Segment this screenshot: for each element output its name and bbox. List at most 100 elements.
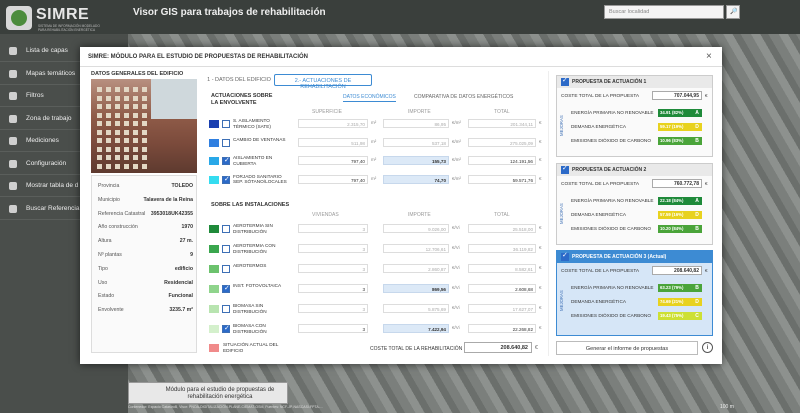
action-label: BIOMASA SIN DISTRIBUCIÓN xyxy=(233,303,267,314)
photo-window xyxy=(142,87,147,92)
proposal-card[interactable]: PROPUESTA DE ACTUACIÓN 3 (Actual) COSTE T… xyxy=(556,250,713,336)
total-field: 8.582,61 xyxy=(468,264,536,273)
total-field: 59.571,76 xyxy=(468,174,536,184)
action-checkbox[interactable] xyxy=(222,284,230,293)
info-icon[interactable]: i xyxy=(702,342,713,353)
proposal-cost-currency: € xyxy=(705,181,708,186)
photo-window xyxy=(97,112,102,118)
photo-window xyxy=(115,104,120,109)
price-unit: €/m² xyxy=(452,175,461,181)
quantity-field[interactable]: 3 xyxy=(298,244,368,253)
current-situation-label: SITUACIÓN ACTUAL DEL EDIFICIO xyxy=(223,342,279,353)
info-value: TOLEDO xyxy=(171,183,193,189)
price-unit: €/Vi xyxy=(452,265,460,270)
app-logo[interactable]: SIMRE SISTEMA DE INFORMACIÓN MODELADO PA… xyxy=(4,4,122,32)
price-field[interactable]: 7.422,94 xyxy=(383,324,449,333)
price-field[interactable]: 12.706,61 xyxy=(383,244,449,253)
action-checkbox[interactable] xyxy=(222,175,230,184)
tab-rehab-actions[interactable]: 2.- ACTUACIONES DE REHABILITACIÓN xyxy=(274,74,372,90)
app-title: Visor GIS para trabajos de rehabilitació… xyxy=(133,7,326,18)
photo-window xyxy=(142,146,147,152)
info-key: Provincia xyxy=(98,183,120,189)
proposal-cost-value: 707.044,95 xyxy=(652,91,702,100)
quantity-field[interactable]: 2.315,70 xyxy=(298,119,368,128)
price-field[interactable]: 74,70 xyxy=(383,174,449,184)
action-checkbox[interactable] xyxy=(222,120,230,128)
quantity-field[interactable]: 3 xyxy=(298,324,368,333)
generate-report-button[interactable]: Generar el informe de propuestas xyxy=(556,341,698,355)
total-field: 124.191,56 xyxy=(468,156,536,165)
gear-icon xyxy=(9,159,17,168)
quantity-field[interactable]: 3 xyxy=(298,264,368,273)
current-situation-swatch xyxy=(209,344,219,352)
quantity-field[interactable]: 3 xyxy=(298,284,368,293)
photo-window xyxy=(97,95,102,101)
action-checkbox[interactable] xyxy=(222,265,230,273)
price-unit: €/Vi xyxy=(452,305,460,310)
proposal-card[interactable]: PROPUESTA DE ACTUACIÓN 1 COSTE TOTAL DE L… xyxy=(556,75,713,157)
photo-window xyxy=(124,104,129,109)
proposal-checkbox[interactable] xyxy=(561,76,569,86)
action-checkbox[interactable] xyxy=(222,245,230,253)
price-field[interactable]: 537,18 xyxy=(383,137,449,147)
photo-window xyxy=(142,95,147,101)
proposal-cost-currency: € xyxy=(705,268,708,273)
action-label: S. AISLAMIENTO TÉRMICO (SATE) xyxy=(233,118,271,129)
module-button[interactable]: Módulo para el estudio de propuestas de … xyxy=(128,382,288,404)
quantity-field[interactable]: 3 xyxy=(298,304,368,313)
quantity-field[interactable]: 797,40 xyxy=(298,174,368,184)
price-unit: €/m² xyxy=(452,120,461,125)
work-zone-icon xyxy=(9,114,17,123)
total-field: 275.025,09 xyxy=(468,137,536,147)
action-checkbox[interactable] xyxy=(222,138,230,147)
price-field[interactable]: 9.026,00 xyxy=(383,224,449,233)
action-checkbox[interactable] xyxy=(222,225,230,233)
action-color-swatch xyxy=(209,225,219,233)
action-checkbox[interactable] xyxy=(222,156,230,165)
price-field[interactable]: 155,73 xyxy=(383,156,449,165)
action-label: FORJADO SANITARIO SEP. SÓTANO/LOCALES xyxy=(233,173,287,185)
proposal-card[interactable]: PROPUESTA DE ACTUACIÓN 2 COSTE TOTAL DE L… xyxy=(556,163,713,245)
quantity-field[interactable]: 511,98 xyxy=(298,137,368,147)
action-checkbox[interactable] xyxy=(222,305,230,313)
close-icon[interactable]: × xyxy=(706,51,712,62)
tab-building-data[interactable]: 1 - DATOS DEL EDIFICIO xyxy=(207,74,271,86)
indicator-label: EMISIONES DIÓXIDO DE CARBONO xyxy=(571,138,651,143)
subtab-economic-data[interactable]: DATOS ECONÓMICOS xyxy=(343,94,396,102)
action-row: AEROTERMOS 3 2.860,87 €/Vi 8.582,61 € xyxy=(208,260,544,278)
price-field[interactable]: 86,95 xyxy=(383,119,449,128)
proposal-checkbox[interactable] xyxy=(561,164,569,174)
photo-window xyxy=(133,129,138,135)
photo-window xyxy=(106,121,111,126)
quantity-field[interactable]: 3 xyxy=(298,224,368,233)
info-value: edificio xyxy=(174,265,193,272)
total-field: 2.608,68 xyxy=(468,284,536,293)
search-icon[interactable] xyxy=(726,5,740,19)
proposal-checkbox[interactable] xyxy=(561,251,569,261)
app-header: SIMRE SISTEMA DE INFORMACIÓN MODELADO PA… xyxy=(0,0,800,34)
building-info-row: Año construcción 1970 xyxy=(91,222,197,234)
action-checkbox[interactable] xyxy=(222,324,230,333)
proposal-title: PROPUESTA DE ACTUACIÓN 2 xyxy=(557,164,712,176)
search-input[interactable]: Buscar localidad xyxy=(604,5,724,19)
info-value: Residencial xyxy=(164,279,193,286)
price-field[interactable]: 869,56 xyxy=(383,284,449,293)
subtab-energy-comparison[interactable]: COMPARATIVA DE DATOS ENERGÉTICOS xyxy=(414,94,513,100)
action-color-swatch xyxy=(209,325,219,333)
action-row: S. AISLAMIENTO TÉRMICO (SATE) 2.315,70 m² 8… xyxy=(208,115,544,133)
layers-icon xyxy=(9,47,17,55)
building-info-row: Nº plantas 9 xyxy=(91,250,197,262)
photo-window xyxy=(97,146,102,152)
proposal-cost-label: COSTE TOTAL DE LA PROPUESTA xyxy=(561,94,640,99)
price-field[interactable]: 2.860,87 xyxy=(383,264,449,273)
total-field: 17.627,07 xyxy=(468,304,536,313)
total-unit: € xyxy=(539,325,542,330)
photo-window xyxy=(106,104,111,109)
photo-window xyxy=(97,87,102,92)
total-unit: € xyxy=(539,157,542,162)
info-key: Referencia Catastral xyxy=(98,210,146,217)
photo-window xyxy=(97,138,102,143)
action-row: BIOMASA CON DISTRIBUCIÓN 3 7.422,94€/Vi 22.… xyxy=(208,320,544,338)
quantity-field[interactable]: 797,40 xyxy=(298,156,368,165)
price-field[interactable]: 5.875,69 xyxy=(383,304,449,313)
